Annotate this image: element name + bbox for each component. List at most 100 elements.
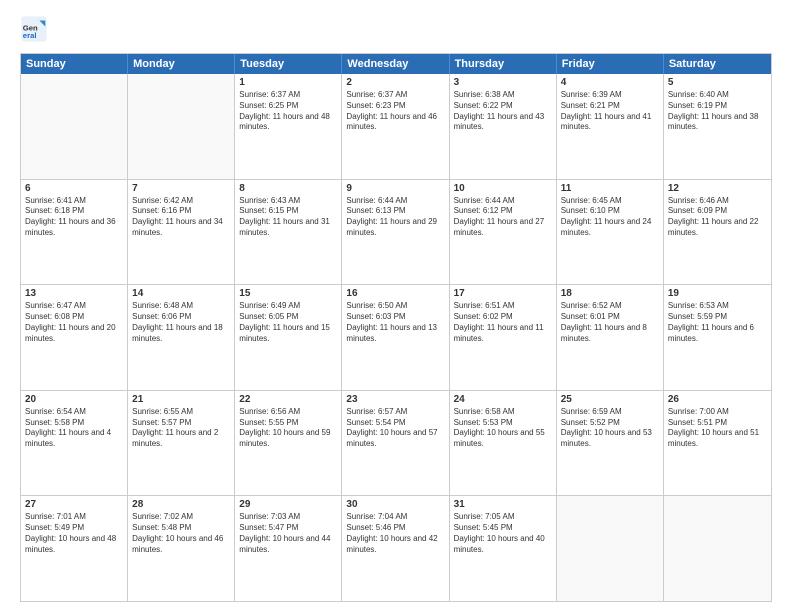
day-info: Sunrise: 6:46 AM Sunset: 6:09 PM Dayligh… [668, 196, 767, 239]
day-cell-28: 28 Sunrise: 7:02 AM Sunset: 5:48 PM Dayli… [128, 496, 235, 601]
day-cell-23: 23 Sunrise: 6:57 AM Sunset: 5:54 PM Dayli… [342, 391, 449, 496]
day-number: 30 [346, 499, 444, 510]
day-number: 2 [346, 77, 444, 88]
day-cell-1: 1Sunrise: 6:37 AM Sunset: 6:25 PM Daylig… [235, 74, 342, 179]
day-number: 29 [239, 499, 337, 510]
day-cell-26: 26 Sunrise: 7:00 AM Sunset: 5:51 PM Dayli… [664, 391, 771, 496]
empty-cell [21, 74, 128, 179]
day-cell-4: 4 Sunrise: 6:39 AM Sunset: 6:21 PM Daylig… [557, 74, 664, 179]
day-number: 11 [561, 183, 659, 194]
day-info: Sunrise: 6:59 AM Sunset: 5:52 PM Dayligh… [561, 407, 659, 450]
day-cell-11: 11 Sunrise: 6:45 AM Sunset: 6:10 PM Dayli… [557, 180, 664, 285]
empty-cell [557, 496, 664, 601]
day-info: Sunrise: 6:37 AM Sunset: 6:23 PM Dayligh… [346, 90, 444, 133]
day-cell-20: 20 Sunrise: 6:54 AM Sunset: 5:58 PM Dayli… [21, 391, 128, 496]
week-row-5: 27 Sunrise: 7:01 AM Sunset: 5:49 PM Dayli… [21, 496, 771, 601]
weekday-header-friday: Friday [557, 54, 664, 74]
day-number: 19 [668, 288, 767, 299]
header: Gen eral [20, 15, 772, 43]
day-info: Sunrise: 7:01 AM Sunset: 5:49 PM Dayligh… [25, 512, 123, 555]
day-number: 14 [132, 288, 230, 299]
weekday-header-monday: Monday [128, 54, 235, 74]
day-number: 10 [454, 183, 552, 194]
day-info: Sunrise: 6:43 AM Sunset: 6:15 PM Dayligh… [239, 196, 337, 239]
day-info: Sunrise: 6:40 AM Sunset: 6:19 PM Dayligh… [668, 90, 767, 133]
day-info: Sunrise: 6:55 AM Sunset: 5:57 PM Dayligh… [132, 407, 230, 450]
day-number: 27 [25, 499, 123, 510]
day-cell-21: 21 Sunrise: 6:55 AM Sunset: 5:57 PM Dayli… [128, 391, 235, 496]
day-info: Sunrise: 6:38 AM Sunset: 6:22 PM Dayligh… [454, 90, 552, 133]
day-cell-12: 12 Sunrise: 6:46 AM Sunset: 6:09 PM Dayli… [664, 180, 771, 285]
day-number: 12 [668, 183, 767, 194]
day-number: 17 [454, 288, 552, 299]
weekday-header-wednesday: Wednesday [342, 54, 449, 74]
week-row-2: 6 Sunrise: 6:41 AM Sunset: 6:18 PM Daylig… [21, 180, 771, 286]
day-info: Sunrise: 7:02 AM Sunset: 5:48 PM Dayligh… [132, 512, 230, 555]
day-cell-24: 24 Sunrise: 6:58 AM Sunset: 5:53 PM Dayli… [450, 391, 557, 496]
day-info: Sunrise: 6:58 AM Sunset: 5:53 PM Dayligh… [454, 407, 552, 450]
day-info: Sunrise: 6:41 AM Sunset: 6:18 PM Dayligh… [25, 196, 123, 239]
day-info: Sunrise: 6:45 AM Sunset: 6:10 PM Dayligh… [561, 196, 659, 239]
day-number: 3 [454, 77, 552, 88]
day-number: 6 [25, 183, 123, 194]
day-cell-3: 3 Sunrise: 6:38 AM Sunset: 6:22 PM Daylig… [450, 74, 557, 179]
day-info: Sunrise: 6:48 AM Sunset: 6:06 PM Dayligh… [132, 301, 230, 344]
day-info: Sunrise: 6:52 AM Sunset: 6:01 PM Dayligh… [561, 301, 659, 344]
day-info: Sunrise: 6:56 AM Sunset: 5:55 PM Dayligh… [239, 407, 337, 450]
day-number: 4 [561, 77, 659, 88]
page: Gen eral SundayMondayTuesdayWednesdayThu… [0, 0, 792, 612]
weekday-header-tuesday: Tuesday [235, 54, 342, 74]
logo: Gen eral [20, 15, 50, 43]
day-cell-30: 30 Sunrise: 7:04 AM Sunset: 5:46 PM Dayli… [342, 496, 449, 601]
day-info: Sunrise: 6:47 AM Sunset: 6:08 PM Dayligh… [25, 301, 123, 344]
day-number: 24 [454, 394, 552, 405]
day-info: Sunrise: 6:49 AM Sunset: 6:05 PM Dayligh… [239, 301, 337, 344]
day-info: Sunrise: 6:42 AM Sunset: 6:16 PM Dayligh… [132, 196, 230, 239]
day-cell-2: 2 Sunrise: 6:37 AM Sunset: 6:23 PM Daylig… [342, 74, 449, 179]
day-number: 13 [25, 288, 123, 299]
day-number: 23 [346, 394, 444, 405]
day-info: Sunrise: 7:00 AM Sunset: 5:51 PM Dayligh… [668, 407, 767, 450]
day-info: Sunrise: 7:03 AM Sunset: 5:47 PM Dayligh… [239, 512, 337, 555]
day-cell-9: 9Sunrise: 6:44 AM Sunset: 6:13 PM Daylig… [342, 180, 449, 285]
day-info: Sunrise: 7:05 AM Sunset: 5:45 PM Dayligh… [454, 512, 552, 555]
day-info: Sunrise: 6:50 AM Sunset: 6:03 PM Dayligh… [346, 301, 444, 344]
day-number: 7 [132, 183, 230, 194]
day-number: 28 [132, 499, 230, 510]
day-number: 21 [132, 394, 230, 405]
day-info: Sunrise: 6:39 AM Sunset: 6:21 PM Dayligh… [561, 90, 659, 133]
day-number: 26 [668, 394, 767, 405]
svg-text:eral: eral [23, 31, 37, 40]
week-row-1: 1Sunrise: 6:37 AM Sunset: 6:25 PM Daylig… [21, 74, 771, 180]
day-cell-27: 27 Sunrise: 7:01 AM Sunset: 5:49 PM Dayli… [21, 496, 128, 601]
day-cell-19: 19 Sunrise: 6:53 AM Sunset: 5:59 PM Dayli… [664, 285, 771, 390]
day-number: 9 [346, 183, 444, 194]
day-cell-5: 5 Sunrise: 6:40 AM Sunset: 6:19 PM Daylig… [664, 74, 771, 179]
day-info: Sunrise: 6:37 AM Sunset: 6:25 PM Dayligh… [239, 90, 337, 133]
day-info: Sunrise: 7:04 AM Sunset: 5:46 PM Dayligh… [346, 512, 444, 555]
calendar-body: 1Sunrise: 6:37 AM Sunset: 6:25 PM Daylig… [21, 74, 771, 601]
day-info: Sunrise: 6:57 AM Sunset: 5:54 PM Dayligh… [346, 407, 444, 450]
weekday-header-saturday: Saturday [664, 54, 771, 74]
day-cell-16: 16 Sunrise: 6:50 AM Sunset: 6:03 PM Dayli… [342, 285, 449, 390]
day-number: 16 [346, 288, 444, 299]
day-number: 25 [561, 394, 659, 405]
day-cell-15: 15 Sunrise: 6:49 AM Sunset: 6:05 PM Dayli… [235, 285, 342, 390]
day-number: 20 [25, 394, 123, 405]
day-number: 31 [454, 499, 552, 510]
week-row-4: 20 Sunrise: 6:54 AM Sunset: 5:58 PM Dayli… [21, 391, 771, 497]
day-number: 5 [668, 77, 767, 88]
day-cell-17: 17 Sunrise: 6:51 AM Sunset: 6:02 PM Dayli… [450, 285, 557, 390]
day-number: 15 [239, 288, 337, 299]
day-cell-29: 29 Sunrise: 7:03 AM Sunset: 5:47 PM Dayli… [235, 496, 342, 601]
day-cell-22: 22Sunrise: 6:56 AM Sunset: 5:55 PM Dayli… [235, 391, 342, 496]
empty-cell [664, 496, 771, 601]
day-info: Sunrise: 6:53 AM Sunset: 5:59 PM Dayligh… [668, 301, 767, 344]
day-info: Sunrise: 6:51 AM Sunset: 6:02 PM Dayligh… [454, 301, 552, 344]
day-info: Sunrise: 6:44 AM Sunset: 6:12 PM Dayligh… [454, 196, 552, 239]
day-number: 8 [239, 183, 337, 194]
logo-icon: Gen eral [20, 15, 48, 43]
weekday-header-thursday: Thursday [450, 54, 557, 74]
calendar: SundayMondayTuesdayWednesdayThursdayFrid… [20, 53, 772, 602]
day-info: Sunrise: 6:54 AM Sunset: 5:58 PM Dayligh… [25, 407, 123, 450]
